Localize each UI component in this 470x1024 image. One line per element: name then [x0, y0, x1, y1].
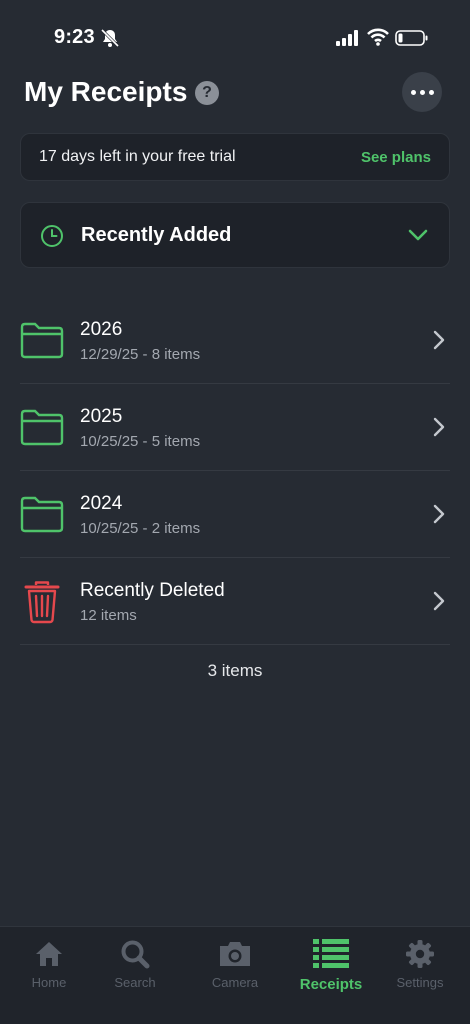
- more-dot: [419, 89, 425, 95]
- tab-label: Home: [31, 975, 67, 990]
- wifi-icon: [367, 28, 389, 46]
- folder-icon: [20, 496, 64, 533]
- folder-icon: [20, 409, 64, 446]
- tab-settings[interactable]: Settings: [373, 939, 467, 999]
- page-title: My Receipts: [24, 76, 188, 107]
- tab-label: Search: [114, 975, 156, 990]
- gear-icon: [406, 940, 434, 968]
- trash-icon: [24, 581, 60, 624]
- folder-row-recently-deleted[interactable]: Recently Deleted 12 items: [20, 558, 450, 645]
- chevron-right-icon: [433, 417, 445, 437]
- folder-name: Recently Deleted: [80, 580, 225, 601]
- sort-dropdown[interactable]: Recently Added: [20, 202, 450, 268]
- folder-meta: 12 items: [80, 607, 137, 624]
- trial-banner: 17 days left in your free trial See plan…: [20, 133, 450, 181]
- folder-name: 2025: [80, 406, 123, 427]
- battery-icon: [395, 30, 428, 46]
- folder-row-2024[interactable]: 2024 10/25/25 - 2 items: [20, 471, 450, 558]
- see-plans-link[interactable]: See plans: [361, 149, 431, 166]
- sort-label: Recently Added: [81, 224, 232, 246]
- signal-icon: [336, 30, 358, 46]
- tab-label: Receipts: [299, 976, 363, 993]
- folder-meta: 10/25/25 - 5 items: [80, 433, 201, 450]
- bell-muted-icon: [100, 28, 120, 48]
- tab-label: Camera: [211, 975, 259, 990]
- trial-text: 17 days left in your free trial: [39, 148, 236, 165]
- tab-bar: Home Search Camera Receipts Settings: [0, 926, 470, 1024]
- status-bar: 9:23: [0, 0, 470, 76]
- folder-meta: 12/29/25 - 8 items: [80, 346, 201, 363]
- tab-camera[interactable]: Camera: [188, 939, 282, 999]
- clock-icon: [41, 225, 63, 247]
- folder-name: 2024: [80, 493, 123, 514]
- status-time: 9:23: [54, 26, 95, 48]
- home-icon: [36, 942, 62, 966]
- folder-row-2026[interactable]: 2026 12/29/25 - 8 items: [20, 297, 450, 384]
- chevron-right-icon: [433, 504, 445, 524]
- tab-receipts[interactable]: Receipts: [284, 939, 378, 999]
- items-count: 3 items: [207, 661, 263, 680]
- list-icon: [313, 939, 349, 968]
- tab-search[interactable]: Search: [88, 939, 182, 999]
- tab-home[interactable]: Home: [2, 939, 96, 999]
- tab-label: Settings: [396, 975, 444, 990]
- chevron-down-icon: [408, 229, 428, 241]
- help-icon[interactable]: ?: [195, 81, 219, 105]
- camera-icon: [220, 942, 250, 966]
- chevron-right-icon: [433, 330, 445, 350]
- search-icon: [121, 940, 150, 969]
- folder-meta: 10/25/25 - 2 items: [80, 520, 201, 537]
- chevron-right-icon: [433, 591, 445, 611]
- more-options-button[interactable]: [402, 72, 442, 112]
- folder-row-2025[interactable]: 2025 10/25/25 - 5 items: [20, 384, 450, 471]
- more-dot: [410, 89, 416, 95]
- folder-icon: [20, 322, 64, 359]
- more-dot: [428, 89, 434, 95]
- folder-name: 2026: [80, 319, 123, 340]
